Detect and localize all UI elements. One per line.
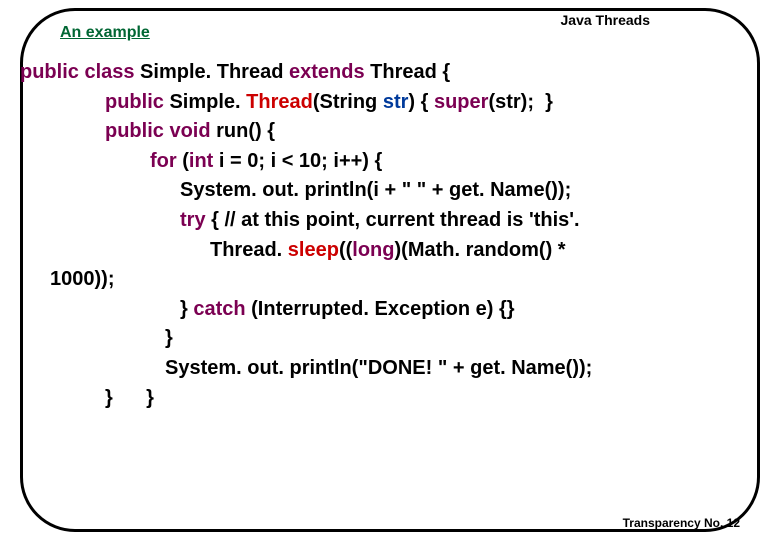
code-line: try { // at this point, current thread i… <box>20 206 760 236</box>
code-line: Thread. sleep((long)(Math. random() * <box>20 236 760 266</box>
keyword: int <box>189 150 213 172</box>
text: Thread { <box>365 61 451 83</box>
text: Simple. <box>164 91 246 113</box>
method: sleep <box>288 239 339 261</box>
keyword: super <box>434 91 488 113</box>
code-line: } <box>20 324 760 354</box>
text: 1000)); <box>50 268 114 290</box>
code-line: 1000)); <box>20 265 760 295</box>
code-line: public void run() { <box>20 117 760 147</box>
code-line: for (int i = 0; i < 10; i++) { <box>20 147 760 177</box>
text: Thread. <box>210 239 288 261</box>
footer-label: Transparency No. 12 <box>623 516 740 530</box>
keyword: public class <box>20 61 135 83</box>
code-line: System. out. println(i + " " + get. Name… <box>20 176 760 206</box>
text: (( <box>339 239 352 261</box>
code-line: System. out. println("DONE! " + get. Nam… <box>20 354 760 384</box>
text: } <box>180 298 193 320</box>
text: System. out. println(i + " " + get. Name… <box>180 179 571 201</box>
text: Simple. Thread <box>135 61 289 83</box>
header-label: Java Threads <box>561 12 651 28</box>
text: System. out. println("DONE! " + get. Nam… <box>165 357 592 379</box>
keyword: try <box>180 209 206 231</box>
code-block: public class Simple. Thread extends Thre… <box>20 58 760 413</box>
keyword: extends <box>289 61 365 83</box>
code-line: } catch (Interrupted. Exception e) {} <box>20 295 760 325</box>
text: } <box>165 327 173 349</box>
text: )(Math. random() * <box>395 239 572 261</box>
text: (String <box>313 91 383 113</box>
code-line: public class Simple. Thread extends Thre… <box>20 58 760 88</box>
keyword: public <box>105 91 164 113</box>
keyword: catch <box>193 298 245 320</box>
keyword: for <box>150 150 177 172</box>
keyword: long <box>352 239 394 261</box>
text: ( <box>177 150 189 172</box>
text: } } <box>105 387 154 409</box>
text: run() { <box>211 120 275 142</box>
text: { // at this point, current thread is 't… <box>206 209 580 231</box>
code-line: } } <box>20 384 760 414</box>
text: (str); } <box>488 91 552 113</box>
method: Thread <box>246 91 313 113</box>
variable: str <box>383 91 409 113</box>
code-line: public Simple. Thread(String str) { supe… <box>20 88 760 118</box>
text: i = 0; i < 10; i++) { <box>213 150 382 172</box>
section-title: An example <box>60 24 150 42</box>
keyword: public void <box>105 120 211 142</box>
text: ) { <box>408 91 434 113</box>
text: (Interrupted. Exception e) {} <box>246 298 515 320</box>
